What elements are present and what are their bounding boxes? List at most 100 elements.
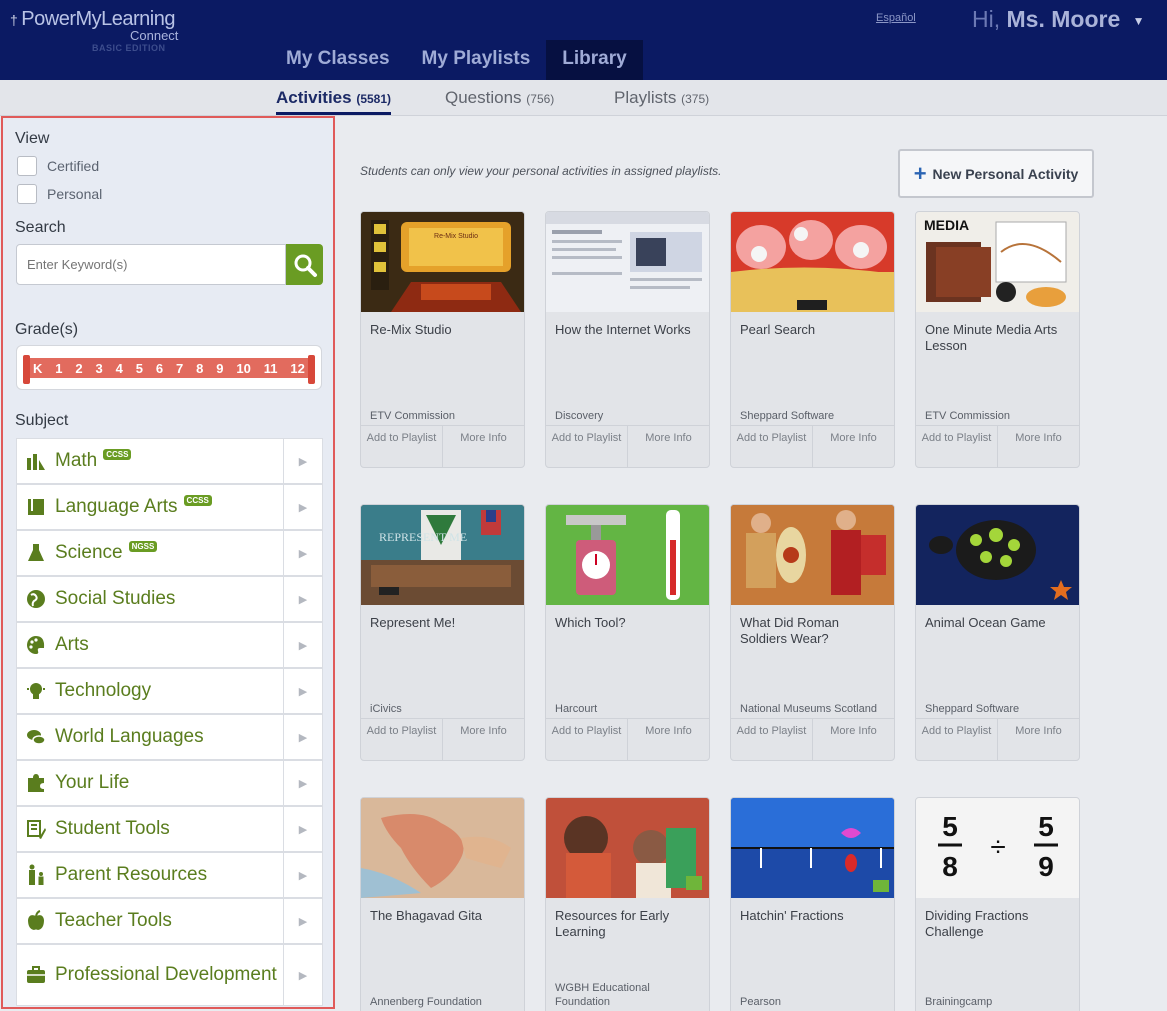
espanol-link[interactable]: Español bbox=[876, 12, 916, 24]
activity-card[interactable]: What Did Roman Soldiers Wear? National Mu… bbox=[730, 504, 895, 761]
more-info-button[interactable]: More Info bbox=[813, 719, 894, 760]
grade-label-10[interactable]: 10 bbox=[236, 361, 250, 376]
nav-library[interactable]: Library bbox=[546, 40, 643, 80]
activity-card[interactable]: Re-Mix Studio Re-Mix Studio ETV Commission… bbox=[360, 211, 525, 468]
add-to-playlist-button[interactable]: Add to Playlist bbox=[731, 719, 813, 760]
more-info-button[interactable]: More Info bbox=[628, 426, 709, 467]
subject-link[interactable]: Your Life bbox=[17, 761, 284, 805]
grade-min-handle[interactable] bbox=[23, 355, 30, 384]
new-personal-activity-button[interactable]: + New Personal Activity bbox=[898, 149, 1094, 198]
grade-max-handle[interactable] bbox=[308, 355, 315, 384]
expand-arrow-icon[interactable]: ▶ bbox=[284, 807, 322, 851]
subject-link[interactable]: Social Studies bbox=[17, 577, 284, 621]
activity-thumbnail[interactable]: MEDIA bbox=[916, 212, 1079, 312]
activity-card[interactable]: The Bhagavad GitaAnnenberg FoundationAdd… bbox=[360, 797, 525, 1011]
grade-label-6[interactable]: 6 bbox=[156, 361, 163, 376]
expand-arrow-icon[interactable]: ▶ bbox=[284, 485, 322, 529]
grade-label-1[interactable]: 1 bbox=[55, 361, 62, 376]
subject-item-world-languages[interactable]: World Languages ▶ bbox=[16, 714, 323, 760]
more-info-button[interactable]: More Info bbox=[998, 719, 1079, 760]
subject-item-language-arts[interactable]: Language Arts CCSS ▶ bbox=[16, 484, 323, 530]
expand-arrow-icon[interactable]: ▶ bbox=[284, 669, 322, 713]
expand-arrow-icon[interactable]: ▶ bbox=[284, 899, 322, 943]
nav-my-playlists[interactable]: My Playlists bbox=[406, 40, 547, 80]
expand-arrow-icon[interactable]: ▶ bbox=[284, 761, 322, 805]
grade-slider[interactable]: K 1 2 3 4 5 6 7 8 9 10 11 12 bbox=[16, 345, 322, 390]
search-input[interactable] bbox=[16, 244, 286, 285]
certified-checkbox[interactable] bbox=[17, 156, 37, 176]
activity-card[interactable]: Animal Ocean Game Sheppard Software Add to… bbox=[915, 504, 1080, 761]
activity-thumbnail[interactable] bbox=[546, 505, 709, 605]
add-to-playlist-button[interactable]: Add to Playlist bbox=[546, 426, 628, 467]
subject-link[interactable]: World Languages bbox=[17, 715, 284, 759]
activity-title[interactable]: Which Tool? bbox=[555, 615, 703, 631]
subject-link[interactable]: Arts bbox=[17, 623, 284, 667]
activity-title[interactable]: Animal Ocean Game bbox=[925, 615, 1073, 631]
add-to-playlist-button[interactable]: Add to Playlist bbox=[916, 719, 998, 760]
subject-link[interactable]: Math CCSS bbox=[17, 439, 284, 483]
expand-arrow-icon[interactable]: ▶ bbox=[284, 439, 322, 483]
grade-label-12[interactable]: 12 bbox=[290, 361, 304, 376]
grade-range-bar[interactable]: K 1 2 3 4 5 6 7 8 9 10 11 12 bbox=[26, 358, 312, 378]
search-button[interactable] bbox=[286, 244, 323, 285]
nav-my-classes[interactable]: My Classes bbox=[270, 40, 406, 80]
activity-thumbnail[interactable] bbox=[731, 798, 894, 898]
subject-link[interactable]: Parent Resources bbox=[17, 853, 284, 897]
tab-playlists[interactable]: Playlists (375) bbox=[614, 88, 709, 108]
grade-label-8[interactable]: 8 bbox=[196, 361, 203, 376]
activity-title[interactable]: How the Internet Works bbox=[555, 322, 703, 338]
activity-card[interactable]: Pearl Search Sheppard Software Add to Play… bbox=[730, 211, 895, 468]
logo[interactable]: † PowerMyLearning Connect BASIC EDITION bbox=[10, 8, 178, 53]
subject-link[interactable]: Professional Development bbox=[17, 945, 284, 1005]
subject-link[interactable]: Language Arts CCSS bbox=[17, 485, 284, 529]
activity-thumbnail[interactable]: 5 8 ÷ 5 9 bbox=[916, 798, 1079, 898]
activity-card[interactable]: Resources for Early Learning WGBH Educati… bbox=[545, 797, 710, 1011]
more-info-button[interactable]: More Info bbox=[628, 719, 709, 760]
subject-item-your-life[interactable]: Your Life ▶ bbox=[16, 760, 323, 806]
grade-label-k[interactable]: K bbox=[33, 361, 42, 376]
activity-thumbnail[interactable] bbox=[731, 505, 894, 605]
activity-thumbnail[interactable]: REPRESENT ME bbox=[361, 505, 524, 605]
add-to-playlist-button[interactable]: Add to Playlist bbox=[361, 426, 443, 467]
activity-title[interactable]: Resources for Early Learning bbox=[555, 908, 703, 940]
add-to-playlist-button[interactable]: Add to Playlist bbox=[361, 719, 443, 760]
grade-label-11[interactable]: 11 bbox=[264, 361, 278, 376]
activity-thumbnail[interactable] bbox=[361, 798, 524, 898]
subject-item-student-tools[interactable]: Student Tools ▶ bbox=[16, 806, 323, 852]
subject-item-science[interactable]: Science NGSS ▶ bbox=[16, 530, 323, 576]
subject-item-math[interactable]: Math CCSS ▶ bbox=[16, 438, 323, 484]
activity-title[interactable]: Hatchin' Fractions bbox=[740, 908, 888, 924]
user-menu[interactable]: Hi, Ms. Moore ▼ bbox=[972, 6, 1145, 33]
subject-link[interactable]: Technology bbox=[17, 669, 284, 713]
activity-thumbnail[interactable]: Re-Mix Studio bbox=[361, 212, 524, 312]
activity-thumbnail[interactable] bbox=[546, 798, 709, 898]
subject-link[interactable]: Teacher Tools bbox=[17, 899, 284, 943]
activity-card[interactable]: Which Tool? Harcourt Add to Playlist More I… bbox=[545, 504, 710, 761]
more-info-button[interactable]: More Info bbox=[813, 426, 894, 467]
activity-title[interactable]: Represent Me! bbox=[370, 615, 518, 631]
activity-title[interactable]: The Bhagavad Gita bbox=[370, 908, 518, 924]
more-info-button[interactable]: More Info bbox=[998, 426, 1079, 467]
activity-card[interactable]: REPRESENT ME Represent Me! iCivics Add to P… bbox=[360, 504, 525, 761]
activity-thumbnail[interactable] bbox=[916, 505, 1079, 605]
add-to-playlist-button[interactable]: Add to Playlist bbox=[916, 426, 998, 467]
expand-arrow-icon[interactable]: ▶ bbox=[284, 715, 322, 759]
activity-title[interactable]: Dividing Fractions Challenge bbox=[925, 908, 1073, 940]
view-certified-option[interactable]: Certified bbox=[17, 156, 99, 176]
activity-title[interactable]: Pearl Search bbox=[740, 322, 888, 338]
activity-title[interactable]: One Minute Media Arts Lesson bbox=[925, 322, 1073, 354]
grade-label-9[interactable]: 9 bbox=[216, 361, 223, 376]
activity-thumbnail[interactable] bbox=[546, 212, 709, 312]
expand-arrow-icon[interactable]: ▶ bbox=[284, 577, 322, 621]
grade-label-7[interactable]: 7 bbox=[176, 361, 183, 376]
grade-label-2[interactable]: 2 bbox=[75, 361, 82, 376]
personal-checkbox[interactable] bbox=[17, 184, 37, 204]
subject-item-teacher-tools[interactable]: Teacher Tools ▶ bbox=[16, 898, 323, 944]
subject-item-arts[interactable]: Arts ▶ bbox=[16, 622, 323, 668]
more-info-button[interactable]: More Info bbox=[443, 426, 524, 467]
activity-card[interactable]: How the Internet Works Discovery Add to Pl… bbox=[545, 211, 710, 468]
subject-item-social-studies[interactable]: Social Studies ▶ bbox=[16, 576, 323, 622]
subject-link[interactable]: Science NGSS bbox=[17, 531, 284, 575]
subject-item-parent-resources[interactable]: Parent Resources ▶ bbox=[16, 852, 323, 898]
activity-card[interactable]: MEDIA One Minute Media Arts Lesson ETV Com… bbox=[915, 211, 1080, 468]
